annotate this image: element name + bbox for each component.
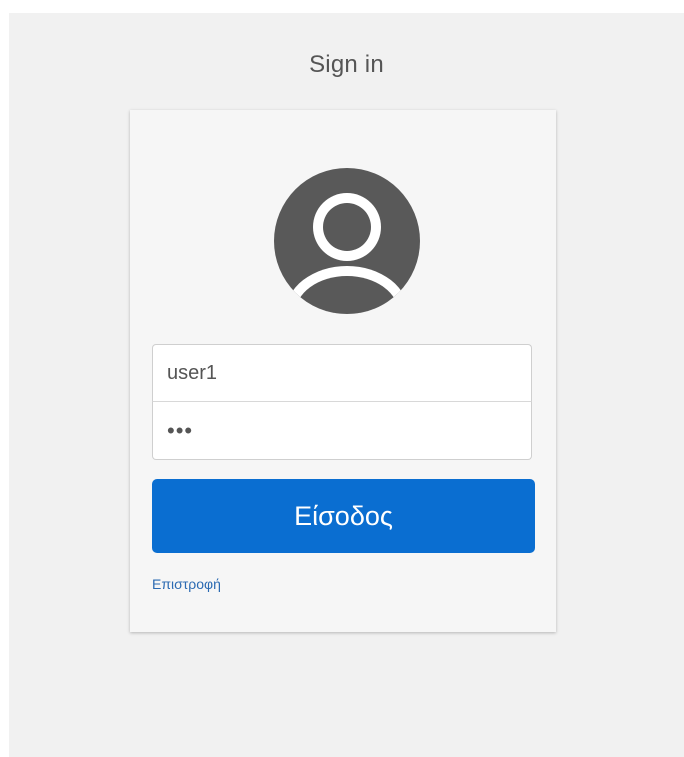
username-field[interactable]: [152, 344, 532, 402]
login-card: Είσοδος Επιστροφή: [130, 110, 556, 632]
login-button[interactable]: Είσοδος: [152, 479, 535, 553]
page-background: Sign in Είσοδο: [9, 13, 684, 757]
user-avatar-icon: [274, 168, 420, 314]
password-field[interactable]: [152, 402, 532, 460]
back-link[interactable]: Επιστροφή: [152, 576, 221, 592]
page-title: Sign in: [309, 51, 384, 78]
